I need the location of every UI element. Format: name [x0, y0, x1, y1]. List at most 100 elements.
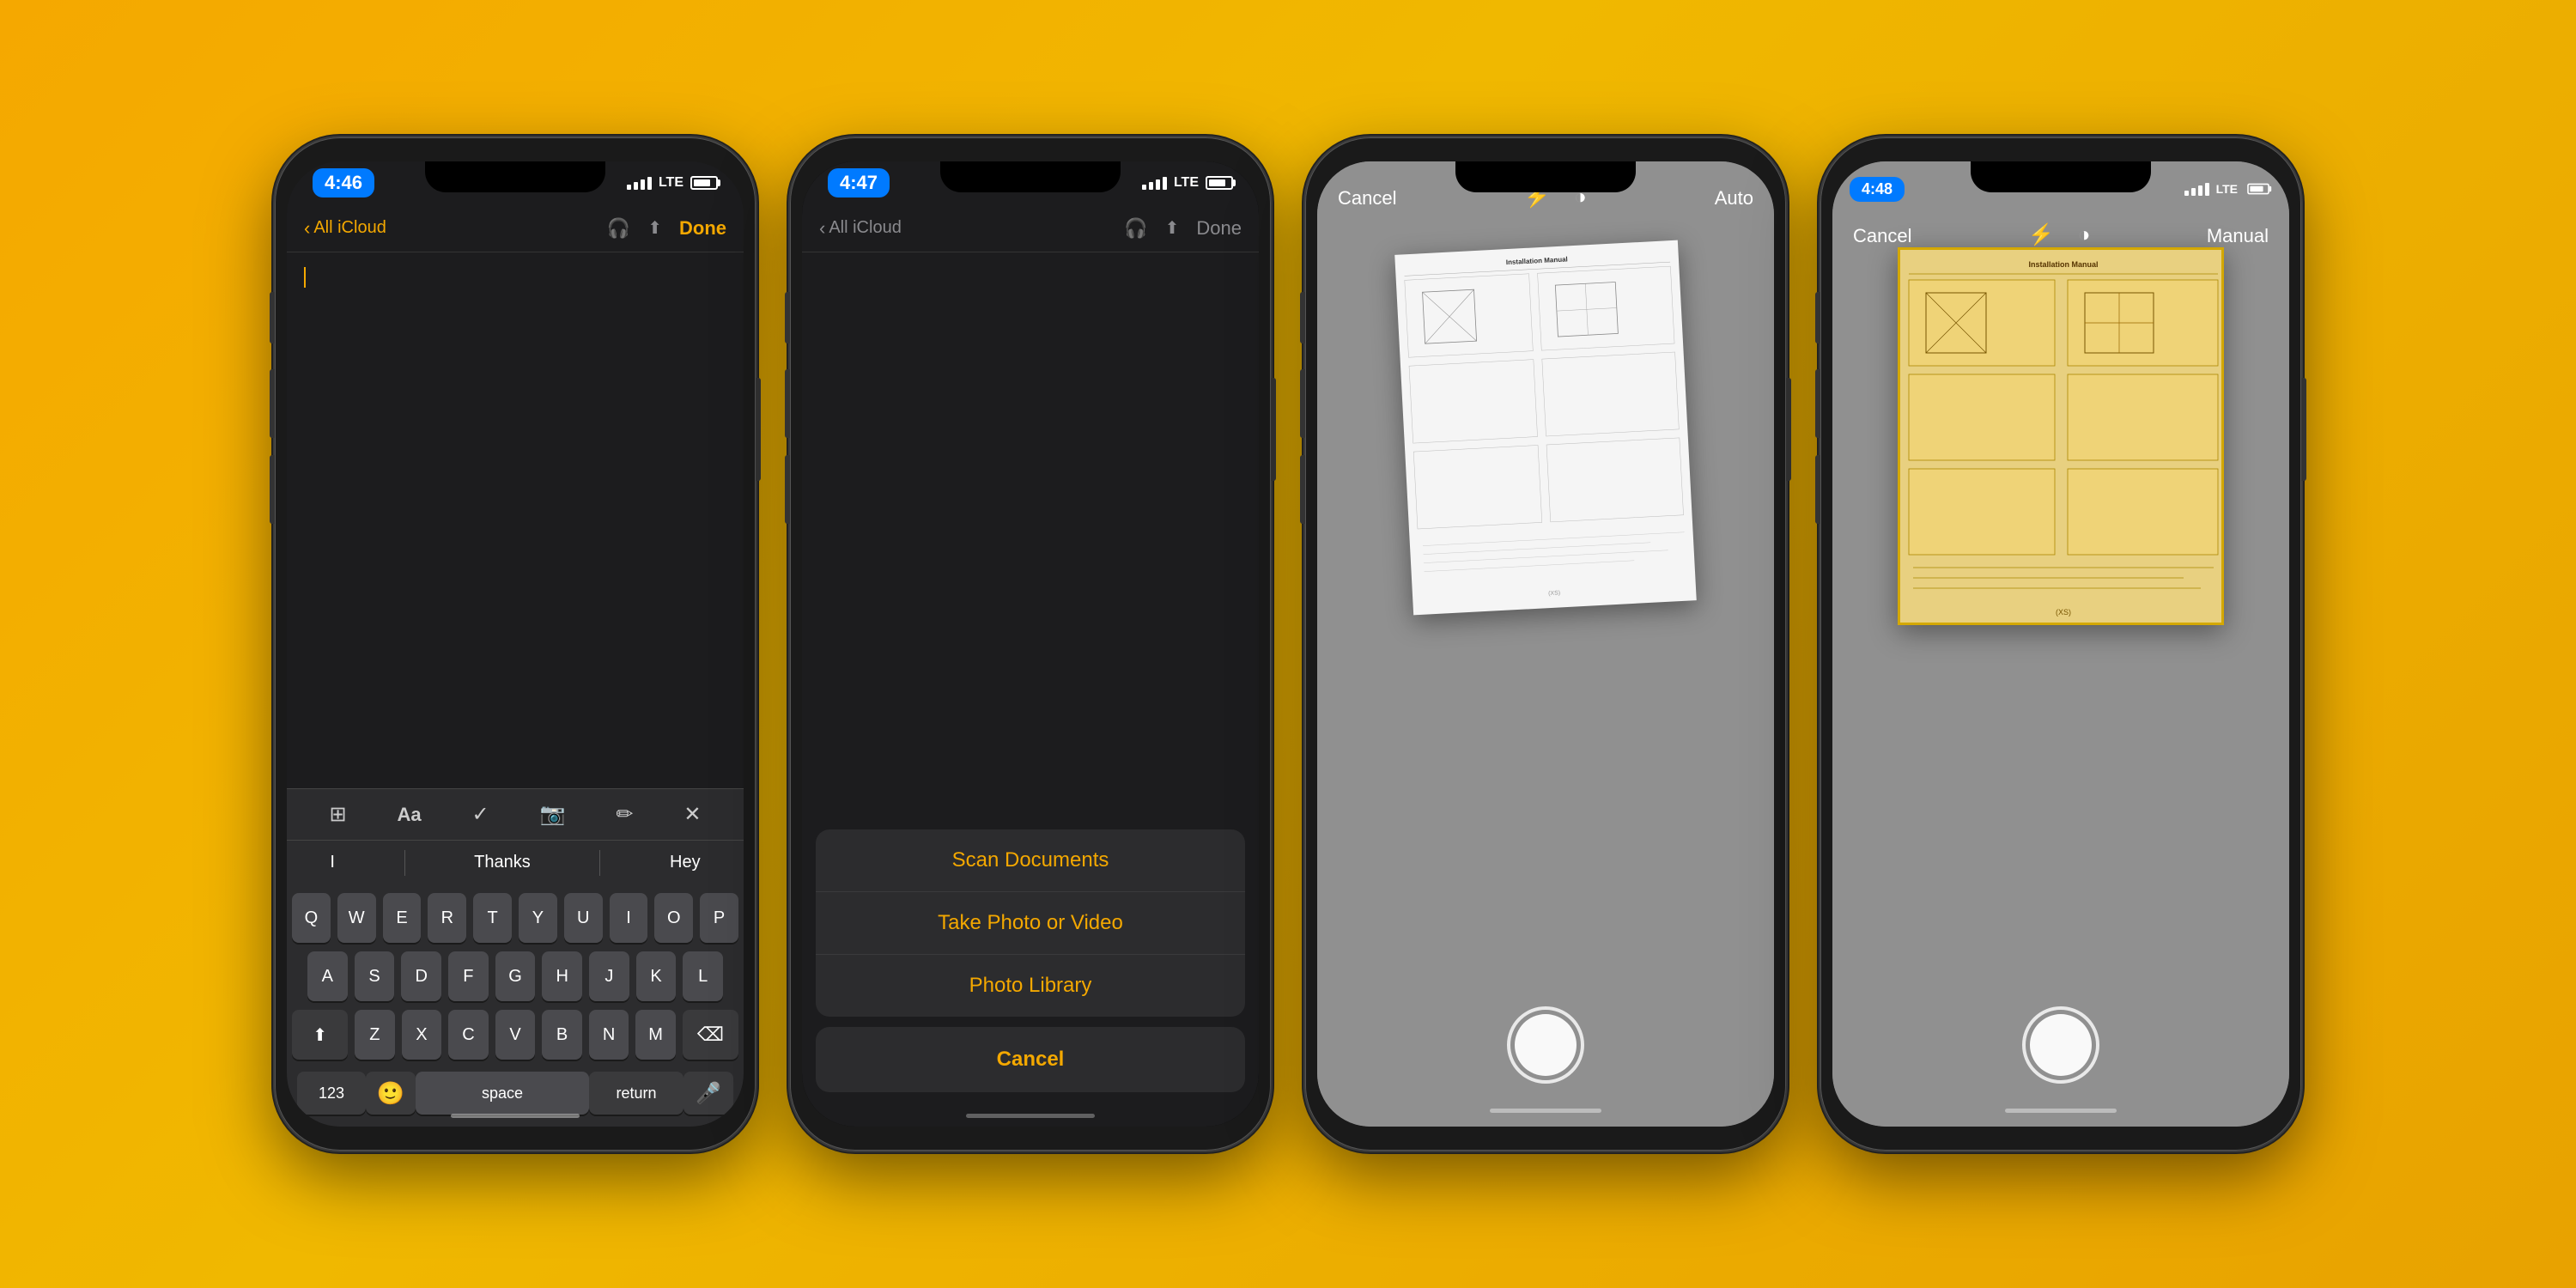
close-toolbar-icon[interactable]: ✕ — [683, 802, 701, 827]
done-button-1[interactable]: Done — [679, 217, 726, 240]
key-p[interactable]: P — [700, 893, 738, 943]
cam-mode-4[interactable]: Manual — [2207, 225, 2269, 247]
signal-icon-1 — [627, 177, 652, 190]
time-display-1: 4:46 — [313, 168, 374, 197]
headphones-icon[interactable]: 🎧 — [607, 217, 630, 240]
phone-1-screen: 4:46 LTE — [287, 161, 744, 1127]
scan-documents-button[interactable]: Scan Documents — [816, 829, 1245, 892]
space-key[interactable]: space — [416, 1072, 589, 1115]
share-icon-2[interactable]: ⬆︎ — [1165, 217, 1180, 239]
camera-toolbar-icon[interactable]: 📷 — [540, 802, 566, 827]
key-l[interactable]: L — [683, 951, 723, 1001]
back-button-1[interactable]: ‹ All iCloud — [304, 217, 386, 240]
power-button-3 — [1786, 378, 1791, 481]
notch-2 — [940, 161, 1121, 192]
autocomplete-word-3[interactable]: Hey — [653, 853, 718, 872]
vol-down-button-4 — [1815, 455, 1820, 524]
nav-right-1: 🎧 ⬆︎ Done — [607, 217, 726, 240]
text-cursor — [304, 267, 306, 288]
notes-toolbar: ⊞ Aa ✓ 📷 ✏ ✕ — [287, 788, 744, 840]
divider-2 — [599, 850, 600, 876]
lte-label-2: LTE — [1174, 175, 1199, 191]
note-content-1[interactable] — [287, 252, 744, 788]
key-i[interactable]: I — [610, 893, 648, 943]
emoji-key[interactable]: 🙂 — [366, 1072, 416, 1115]
back-button-2[interactable]: ‹ All iCloud — [819, 217, 902, 240]
divider-1 — [404, 850, 405, 876]
key-e[interactable]: E — [383, 893, 422, 943]
phone-2-screen: 4:47 LTE — [802, 161, 1259, 1127]
key-r[interactable]: R — [428, 893, 466, 943]
doc-svg-3: Installation Manual — [1394, 240, 1697, 616]
cam-cancel-4[interactable]: Cancel — [1853, 225, 1911, 247]
notch-4 — [1971, 161, 2151, 192]
lte-label-1: LTE — [659, 175, 683, 191]
doc-svg-4: Installation Manual — [1900, 250, 2227, 628]
autocomplete-word-2[interactable]: Thanks — [457, 853, 548, 872]
key-m[interactable]: M — [635, 1010, 676, 1060]
key-s[interactable]: S — [355, 951, 395, 1001]
table-icon[interactable]: ⊞ — [329, 802, 346, 827]
key-c[interactable]: C — [448, 1010, 489, 1060]
lte-label-4: LTE — [2216, 182, 2238, 196]
photo-library-button[interactable]: Photo Library — [816, 955, 1245, 1017]
key-w[interactable]: W — [337, 893, 376, 943]
key-u[interactable]: U — [564, 893, 603, 943]
key-y[interactable]: Y — [519, 893, 557, 943]
nav-right-2: 🎧 ⬆︎ Done — [1124, 217, 1242, 240]
shutter-button-4[interactable] — [2022, 1006, 2099, 1084]
delete-key[interactable]: ⌫ — [683, 1010, 738, 1060]
key-n[interactable]: N — [589, 1010, 629, 1060]
signal-icon-4 — [2184, 183, 2209, 196]
phones-container: 4:46 LTE — [223, 86, 2353, 1202]
key-d[interactable]: D — [401, 951, 441, 1001]
key-k[interactable]: K — [636, 951, 677, 1001]
key-f[interactable]: F — [448, 951, 489, 1001]
keyboard: Q W E R T Y U I O P A S D — [287, 884, 744, 1127]
battery-icon-4 — [2247, 184, 2269, 195]
pen-icon[interactable]: ✏ — [616, 802, 633, 827]
mic-key[interactable]: 🎤 — [683, 1072, 733, 1115]
shutter-button-3[interactable] — [1507, 1006, 1584, 1084]
take-photo-button[interactable]: Take Photo or Video — [816, 892, 1245, 955]
headphones-icon-2[interactable]: 🎧 — [1124, 217, 1147, 240]
document-4-overlay: Installation Manual — [1898, 247, 2224, 625]
nav-bar-2: ‹ All iCloud 🎧 ⬆︎ Done — [802, 204, 1259, 252]
format-icon[interactable]: Aa — [397, 804, 421, 826]
home-indicator-2 — [966, 1114, 1095, 1118]
camera-screen-4: 4:48 LTE — [1832, 161, 2289, 1127]
notch-3 — [1455, 161, 1636, 192]
key-o[interactable]: O — [654, 893, 693, 943]
cancel-button-2[interactable]: Cancel — [816, 1027, 1245, 1092]
key-z[interactable]: Z — [355, 1010, 395, 1060]
color-filter-icon-4[interactable]: ◑ — [2078, 223, 2091, 247]
phone-1: 4:46 LTE — [275, 137, 756, 1151]
signal-icon-2 — [1142, 177, 1167, 190]
key-j[interactable]: J — [589, 951, 629, 1001]
key-h[interactable]: H — [542, 951, 582, 1001]
return-key[interactable]: return — [589, 1072, 683, 1115]
power-button — [756, 378, 761, 481]
done-button-2[interactable]: Done — [1196, 217, 1242, 240]
phone-4-screen: 4:48 LTE — [1832, 161, 2289, 1127]
key-b[interactable]: B — [542, 1010, 582, 1060]
back-label-1: All iCloud — [313, 218, 386, 238]
power-button-4 — [2301, 378, 2306, 481]
share-icon[interactable]: ⬆︎ — [647, 217, 662, 239]
phone-4: 4:48 LTE — [1820, 137, 2301, 1151]
vol-up-button-3 — [1300, 369, 1305, 438]
numbers-key[interactable]: 123 — [297, 1072, 366, 1115]
shift-key[interactable]: ⬆ — [292, 1010, 348, 1060]
key-a[interactable]: A — [307, 951, 348, 1001]
key-t[interactable]: T — [473, 893, 512, 943]
key-q[interactable]: Q — [292, 893, 331, 943]
autocomplete-bar: I Thanks Hey — [287, 840, 744, 884]
svg-text:(XS): (XS) — [2056, 608, 2071, 617]
key-g[interactable]: G — [495, 951, 536, 1001]
key-x[interactable]: X — [402, 1010, 442, 1060]
checklist-icon[interactable]: ✓ — [472, 802, 489, 827]
notch-1 — [425, 161, 605, 192]
key-v[interactable]: V — [495, 1010, 536, 1060]
autocomplete-word-1[interactable]: I — [313, 853, 352, 872]
flash-icon-4[interactable]: ⚡ — [2028, 222, 2054, 247]
